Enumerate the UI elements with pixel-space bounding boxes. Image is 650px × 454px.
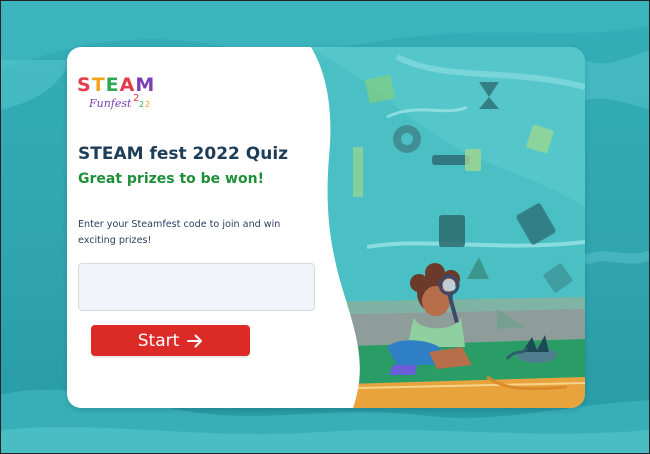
svg-text:2: 2 [139,100,144,109]
steam-funfest-logo: STEAM Funfest 2 2 2 [77,74,155,110]
arrow-right-icon [187,334,203,347]
quiz-card: STEAM Funfest 2 2 2 STEAM fest 2022 Quiz… [67,47,585,408]
svg-text:STEAM: STEAM [77,74,155,96]
quiz-subtitle: Great prizes to be won! [78,171,264,187]
quiz-title: STEAM fest 2022 Quiz [78,144,289,164]
svg-text:2: 2 [145,100,150,109]
start-button[interactable]: Start [91,325,250,356]
quiz-description: Enter your Steamfest code to join and wi… [78,219,281,246]
svg-text:Funfest: Funfest [88,97,132,110]
steamfest-code-input[interactable] [78,263,315,311]
start-button-label: Start [137,330,180,351]
